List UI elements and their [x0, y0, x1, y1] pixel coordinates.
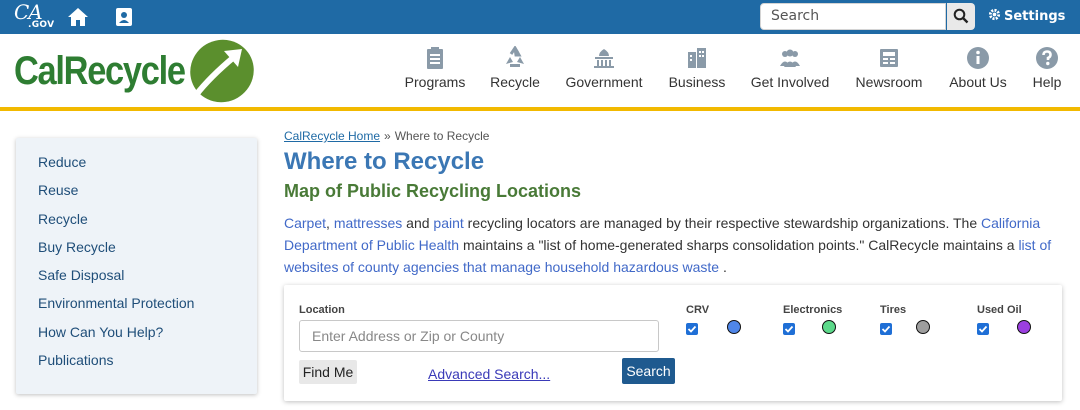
- search-icon: [953, 8, 969, 24]
- gear-icon: [988, 8, 1001, 21]
- capitol-icon: [594, 49, 614, 68]
- nav-label: About Us: [949, 74, 1007, 90]
- electronics-legend-dot: [822, 320, 836, 334]
- check-icon: [784, 325, 794, 333]
- ca-logo-sub: .GOV: [28, 20, 55, 30]
- sidebar-nav: Reduce Reuse Recycle Buy Recycle Safe Di…: [16, 138, 257, 394]
- nav-recycle[interactable]: Recycle: [489, 46, 541, 90]
- nav-label: Newsroom: [855, 74, 923, 90]
- sidebar-item-recycle[interactable]: Recycle: [16, 209, 257, 237]
- location-input[interactable]: Enter Address or Zip or County: [299, 320, 659, 352]
- breadcrumb-separator: »: [384, 129, 391, 143]
- intro-text: ,: [326, 215, 334, 231]
- sidebar-item-reduce[interactable]: Reduce: [16, 152, 257, 180]
- sidebar-item-safe-disposal[interactable]: Safe Disposal: [16, 265, 257, 293]
- nav-programs[interactable]: Programs: [403, 46, 467, 90]
- advanced-search-link[interactable]: Advanced Search...: [428, 366, 550, 382]
- breadcrumb-home-link[interactable]: CalRecycle Home: [284, 129, 380, 143]
- nav-label: Recycle: [490, 74, 540, 90]
- sidebar-item-reuse[interactable]: Reuse: [16, 180, 257, 208]
- tires-checkbox[interactable]: [880, 323, 892, 335]
- filter-tires: Tires: [880, 304, 930, 335]
- nav-about-us[interactable]: About Us: [948, 46, 1008, 90]
- brand-accent-bar: [0, 107, 1080, 111]
- location-label: Location: [299, 304, 345, 316]
- nav-label: Business: [668, 74, 726, 90]
- locator-search-button[interactable]: Search: [622, 358, 675, 384]
- nav-label: Get Involved: [750, 74, 830, 90]
- breadcrumb-current: Where to Recycle: [394, 129, 490, 143]
- intro-text: maintains a "list of home-generated shar…: [459, 237, 1019, 253]
- used-oil-legend-dot: [1017, 320, 1031, 334]
- brand-header: CalRecycle Programs Recycle Government B…: [0, 34, 1080, 108]
- sidebar-item-how-can-you-help[interactable]: How Can You Help?: [16, 322, 257, 350]
- check-icon: [881, 325, 891, 333]
- recycle-icon: [506, 46, 524, 67]
- crv-legend-dot: [727, 320, 741, 334]
- nav-business[interactable]: Business: [668, 46, 726, 90]
- utility-header: CA .GOV Search Settings: [0, 0, 1080, 34]
- filter-label: CRV: [686, 304, 710, 316]
- info-icon: [967, 47, 989, 69]
- intro-text: and: [402, 215, 434, 231]
- used-oil-checkbox[interactable]: [977, 323, 989, 335]
- sidebar-item-buy-recycle[interactable]: Buy Recycle: [16, 237, 257, 265]
- breadcrumb: CalRecycle Home » Where to Recycle: [284, 129, 489, 143]
- people-icon: [780, 49, 800, 67]
- paint-link[interactable]: paint: [433, 215, 463, 231]
- intro-text: recycling locators are managed by their …: [463, 215, 982, 231]
- filter-used-oil: Used Oil: [977, 304, 1031, 335]
- find-me-button[interactable]: Find Me: [299, 360, 357, 384]
- filter-label: Tires: [880, 304, 907, 316]
- contact-card-icon[interactable]: [114, 7, 134, 27]
- filter-electronics: Electronics: [783, 304, 843, 335]
- nav-label: Government: [565, 74, 643, 90]
- question-icon: [1036, 47, 1058, 69]
- sidebar-item-publications[interactable]: Publications: [16, 350, 257, 378]
- carpet-link[interactable]: Carpet: [284, 215, 326, 231]
- page-subtitle: Map of Public Recycling Locations: [284, 181, 582, 201]
- check-icon: [978, 325, 988, 333]
- intro-text: .: [719, 259, 727, 275]
- settings-button[interactable]: Settings: [988, 8, 1065, 24]
- nav-help[interactable]: Help: [1030, 46, 1064, 90]
- filter-label: Electronics: [783, 304, 843, 316]
- crv-checkbox[interactable]: [686, 323, 698, 335]
- clipboard-icon: [427, 47, 443, 69]
- page-title: Where to Recycle: [284, 148, 485, 175]
- newspaper-icon: [880, 49, 898, 67]
- nav-get-involved[interactable]: Get Involved: [750, 46, 830, 90]
- tires-legend-dot: [916, 320, 930, 334]
- filter-crv: CRV: [686, 304, 741, 335]
- calrecycle-logo-text[interactable]: CalRecycle: [14, 48, 186, 94]
- settings-label: Settings: [1004, 9, 1066, 24]
- intro-paragraph: Carpet, mattresses and paint recycling l…: [284, 212, 1064, 278]
- search-button[interactable]: [947, 3, 975, 30]
- nav-newsroom[interactable]: Newsroom: [854, 46, 924, 90]
- nav-government[interactable]: Government: [564, 46, 644, 90]
- check-icon: [687, 325, 697, 333]
- nav-label: Help: [1032, 74, 1062, 90]
- nav-label: Programs: [404, 74, 466, 90]
- building-icon: [688, 48, 706, 68]
- home-icon[interactable]: [67, 7, 89, 27]
- leaf-arrow-icon[interactable]: [184, 37, 256, 105]
- sidebar-item-environmental-protection[interactable]: Environmental Protection: [16, 293, 257, 321]
- mattresses-link[interactable]: mattresses: [334, 215, 402, 231]
- search-input[interactable]: Search: [760, 3, 946, 30]
- ca-gov-logo[interactable]: CA .GOV: [14, 1, 54, 31]
- filter-label: Used Oil: [977, 304, 1022, 316]
- recycling-locator-panel: Location Enter Address or Zip or County …: [284, 285, 1062, 401]
- electronics-checkbox[interactable]: [783, 323, 795, 335]
